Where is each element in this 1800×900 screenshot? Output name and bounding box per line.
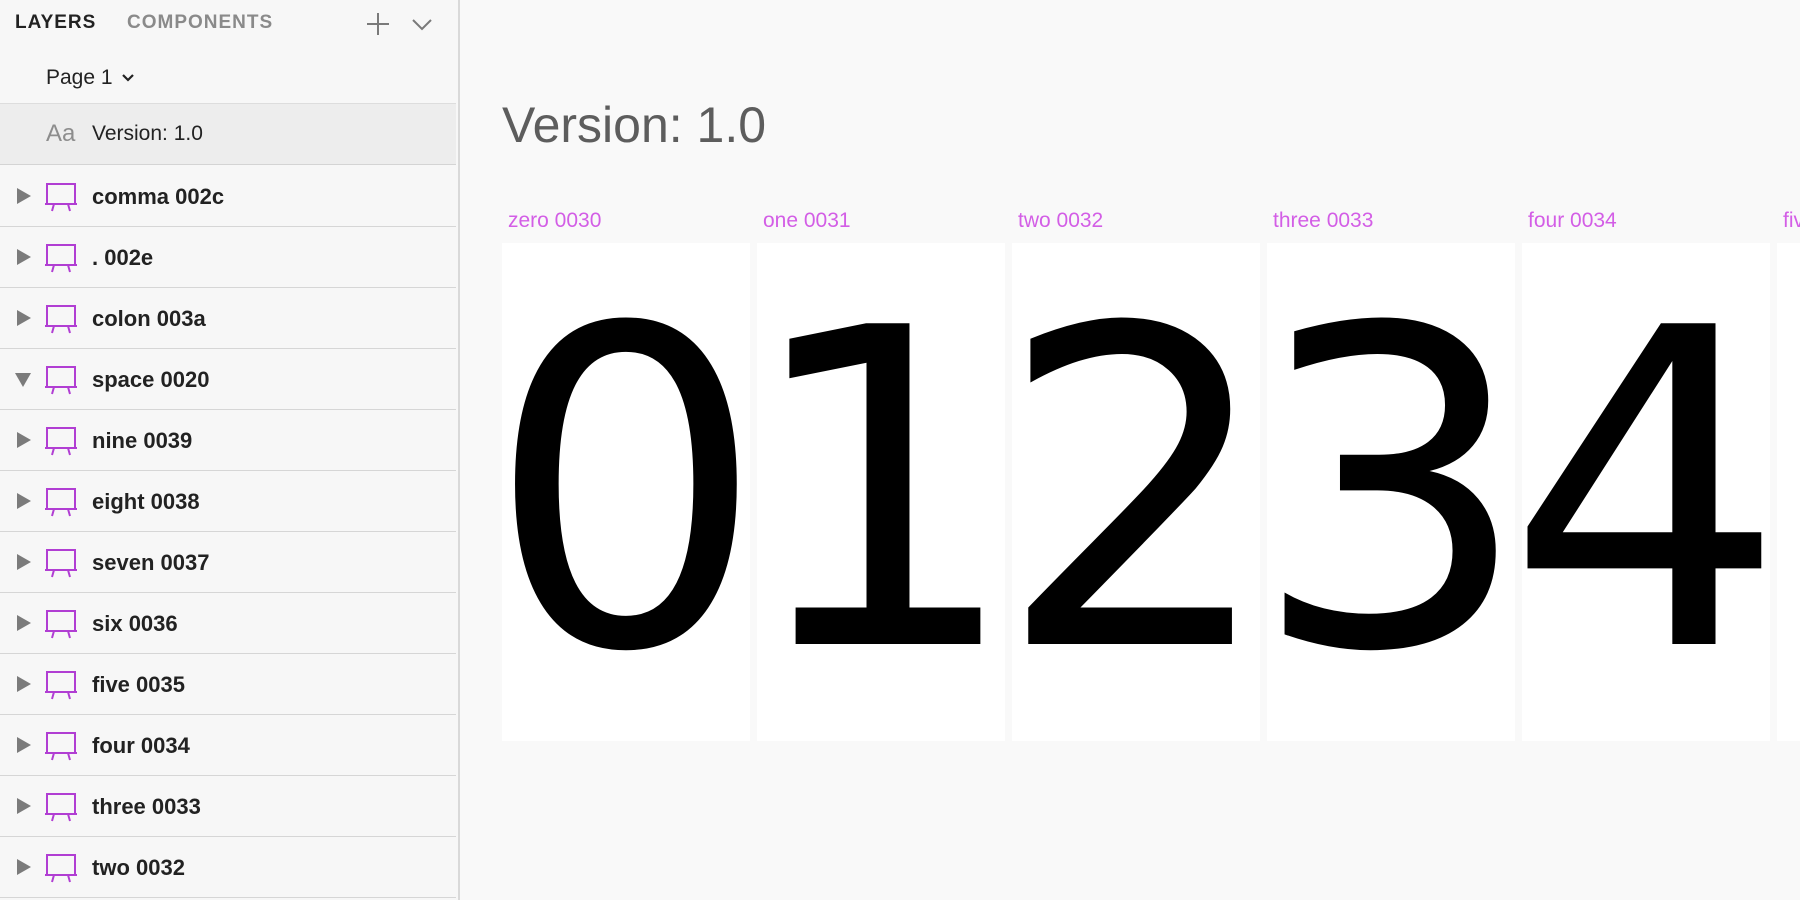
triangle-right-icon[interactable] <box>13 674 33 694</box>
layer-label: two 0032 <box>92 855 185 880</box>
triangle-right-icon[interactable] <box>13 735 33 755</box>
artboard-label[interactable]: zero 0030 <box>508 209 601 233</box>
triangle-right-icon[interactable] <box>13 308 33 328</box>
glyph-preview: 1 <box>741 236 1021 748</box>
artboard-icon <box>45 183 77 212</box>
triangle-right-icon[interactable] <box>13 247 33 267</box>
artboard-label[interactable]: three 0033 <box>1273 209 1373 233</box>
triangle-down-icon[interactable] <box>13 369 33 389</box>
artboard-icon <box>45 549 77 578</box>
layers-sidebar: LAYERS COMPONENTS Page 1 Aa Version: 1.0… <box>0 0 460 900</box>
layer-row[interactable]: three 0033 <box>0 776 456 837</box>
tab-components[interactable]: COMPONENTS <box>127 12 273 34</box>
layer-row[interactable]: nine 0039 <box>0 410 456 471</box>
glyph-preview: 0 <box>486 236 766 748</box>
triangle-right-icon[interactable] <box>13 857 33 877</box>
artboard-label[interactable]: four 0034 <box>1528 209 1617 233</box>
artboard-icon <box>45 732 77 761</box>
artboard-icon <box>45 244 77 273</box>
glyph-preview: 4 <box>1506 236 1786 748</box>
triangle-right-icon[interactable] <box>13 186 33 206</box>
chevron-down-icon[interactable] <box>408 10 436 38</box>
page-selector-label: Page 1 <box>46 66 113 89</box>
triangle-right-icon[interactable] <box>13 613 33 633</box>
artboard-icon <box>45 793 77 822</box>
layer-row[interactable]: four 0034 <box>0 715 456 776</box>
layer-label: seven 0037 <box>92 550 210 575</box>
text-layer-icon: Aa <box>46 120 76 147</box>
layer-row[interactable]: six 0036 <box>0 593 456 654</box>
page-selector[interactable]: Page 1 <box>46 62 137 94</box>
layer-label: five 0035 <box>92 672 185 697</box>
layer-row[interactable]: space 0020 <box>0 349 456 410</box>
layer-row[interactable]: two 0032 <box>0 837 456 898</box>
artboard-label[interactable]: one 0031 <box>763 209 851 233</box>
layer-row[interactable]: seven 0037 <box>0 532 456 593</box>
glyph-preview: 2 <box>996 236 1276 748</box>
layer-label: four 0034 <box>92 733 190 758</box>
artboard-label[interactable]: fiv <box>1783 209 1800 233</box>
layer-label: colon 003a <box>92 306 206 331</box>
layer-row[interactable]: eight 0038 <box>0 471 456 532</box>
artboard-label[interactable]: two 0032 <box>1018 209 1103 233</box>
artboard-icon <box>45 366 77 395</box>
layer-label: eight 0038 <box>92 489 200 514</box>
tab-layers[interactable]: LAYERS <box>15 12 96 34</box>
artboard-icon <box>45 427 77 456</box>
layer-row[interactable]: five 0035 <box>0 654 456 715</box>
layer-list: comma 002c . 002e colon 003a space 0020 nine… <box>0 166 456 898</box>
artboard-icon <box>45 305 77 334</box>
triangle-right-icon[interactable] <box>13 430 33 450</box>
canvas-title[interactable]: Version: 1.0 <box>502 96 766 154</box>
layer-row[interactable]: . 002e <box>0 227 456 288</box>
canvas[interactable]: Version: 1.0 zero 0030 0 one 0031 1 two 0032… <box>460 0 1800 900</box>
artboard[interactable] <box>1777 243 1800 741</box>
layer-label: Version: 1.0 <box>92 122 203 145</box>
artboard-icon <box>45 671 77 700</box>
sidebar-tabs: LAYERS COMPONENTS <box>0 0 458 46</box>
artboard-icon <box>45 610 77 639</box>
glyph-preview: 3 <box>1251 236 1531 748</box>
triangle-right-icon[interactable] <box>13 491 33 511</box>
chevron-down-icon <box>121 74 134 82</box>
artboard-icon <box>45 854 77 883</box>
layer-label: three 0033 <box>92 794 201 819</box>
layer-label: nine 0039 <box>92 428 193 453</box>
artboard-icon <box>45 488 77 517</box>
triangle-right-icon[interactable] <box>13 796 33 816</box>
layer-label: six 0036 <box>92 611 178 636</box>
layer-row-version-text[interactable]: Aa Version: 1.0 <box>0 103 456 165</box>
plus-icon[interactable] <box>364 10 392 38</box>
layer-label: space 0020 <box>92 367 210 392</box>
layer-row[interactable]: comma 002c <box>0 166 456 227</box>
triangle-right-icon[interactable] <box>13 552 33 572</box>
layer-label: . 002e <box>92 245 154 270</box>
layer-row[interactable]: colon 003a <box>0 288 456 349</box>
layer-label: comma 002c <box>92 184 225 209</box>
